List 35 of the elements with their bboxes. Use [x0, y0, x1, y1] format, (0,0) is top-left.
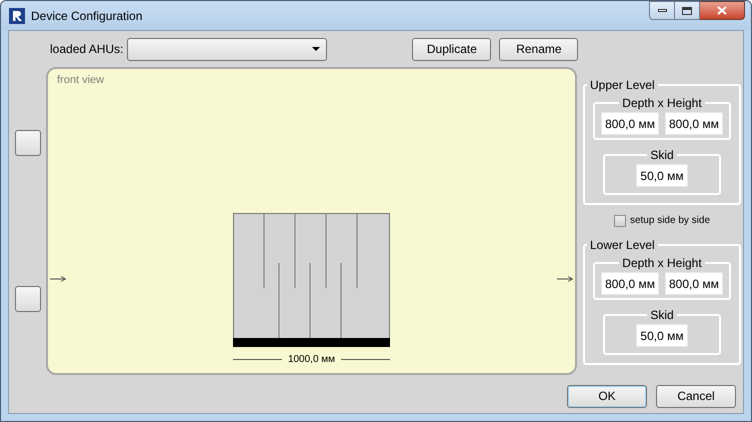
group-title: Depth x Height [621, 255, 703, 272]
group-title: Skid [649, 147, 675, 164]
value-field[interactable]: 800,0 мм [665, 272, 723, 295]
window-title: Device Configuration [31, 8, 142, 24]
value-field[interactable]: 800,0 мм [601, 272, 659, 295]
checkbox-label: setup side by side [630, 214, 710, 228]
group-title: Depth x Height [621, 95, 703, 112]
maximize-button[interactable] [675, 1, 700, 20]
minimize-icon [658, 9, 666, 12]
group-title: Upper Level [589, 77, 656, 94]
dimension-label: 1000,0 мм [288, 353, 336, 367]
arrow-icon [557, 276, 573, 282]
close-icon [717, 6, 727, 15]
value-field[interactable]: 800,0 мм [665, 112, 723, 135]
toolbar-button[interactable]: Rename [499, 38, 578, 60]
maximize-icon [682, 6, 692, 14]
dialog-button[interactable]: Cancel [656, 384, 736, 408]
group-title: Skid [649, 307, 675, 324]
minimize-button[interactable] [649, 1, 675, 20]
ahu-dropdown[interactable] [127, 38, 328, 60]
toolbar-button[interactable]: Duplicate [412, 38, 492, 60]
canvas-title: front view [57, 73, 104, 88]
app-logo-icon [9, 8, 25, 24]
lower-level-button[interactable] [14, 286, 40, 312]
upper-level-button[interactable] [14, 130, 40, 156]
dropdown-caret-icon [312, 47, 320, 51]
group-title: Lower Level [589, 237, 656, 254]
value-field[interactable]: 800,0 мм [601, 112, 659, 135]
close-button[interactable] [700, 1, 745, 20]
arrow-icon [50, 276, 66, 282]
checkbox[interactable] [614, 214, 626, 226]
value-field[interactable]: 50,0 мм [636, 164, 688, 187]
value-field[interactable]: 50,0 мм [636, 324, 688, 347]
dropdown-label: loaded AHUs: [50, 41, 124, 58]
dialog-button[interactable]: OK [567, 384, 647, 408]
